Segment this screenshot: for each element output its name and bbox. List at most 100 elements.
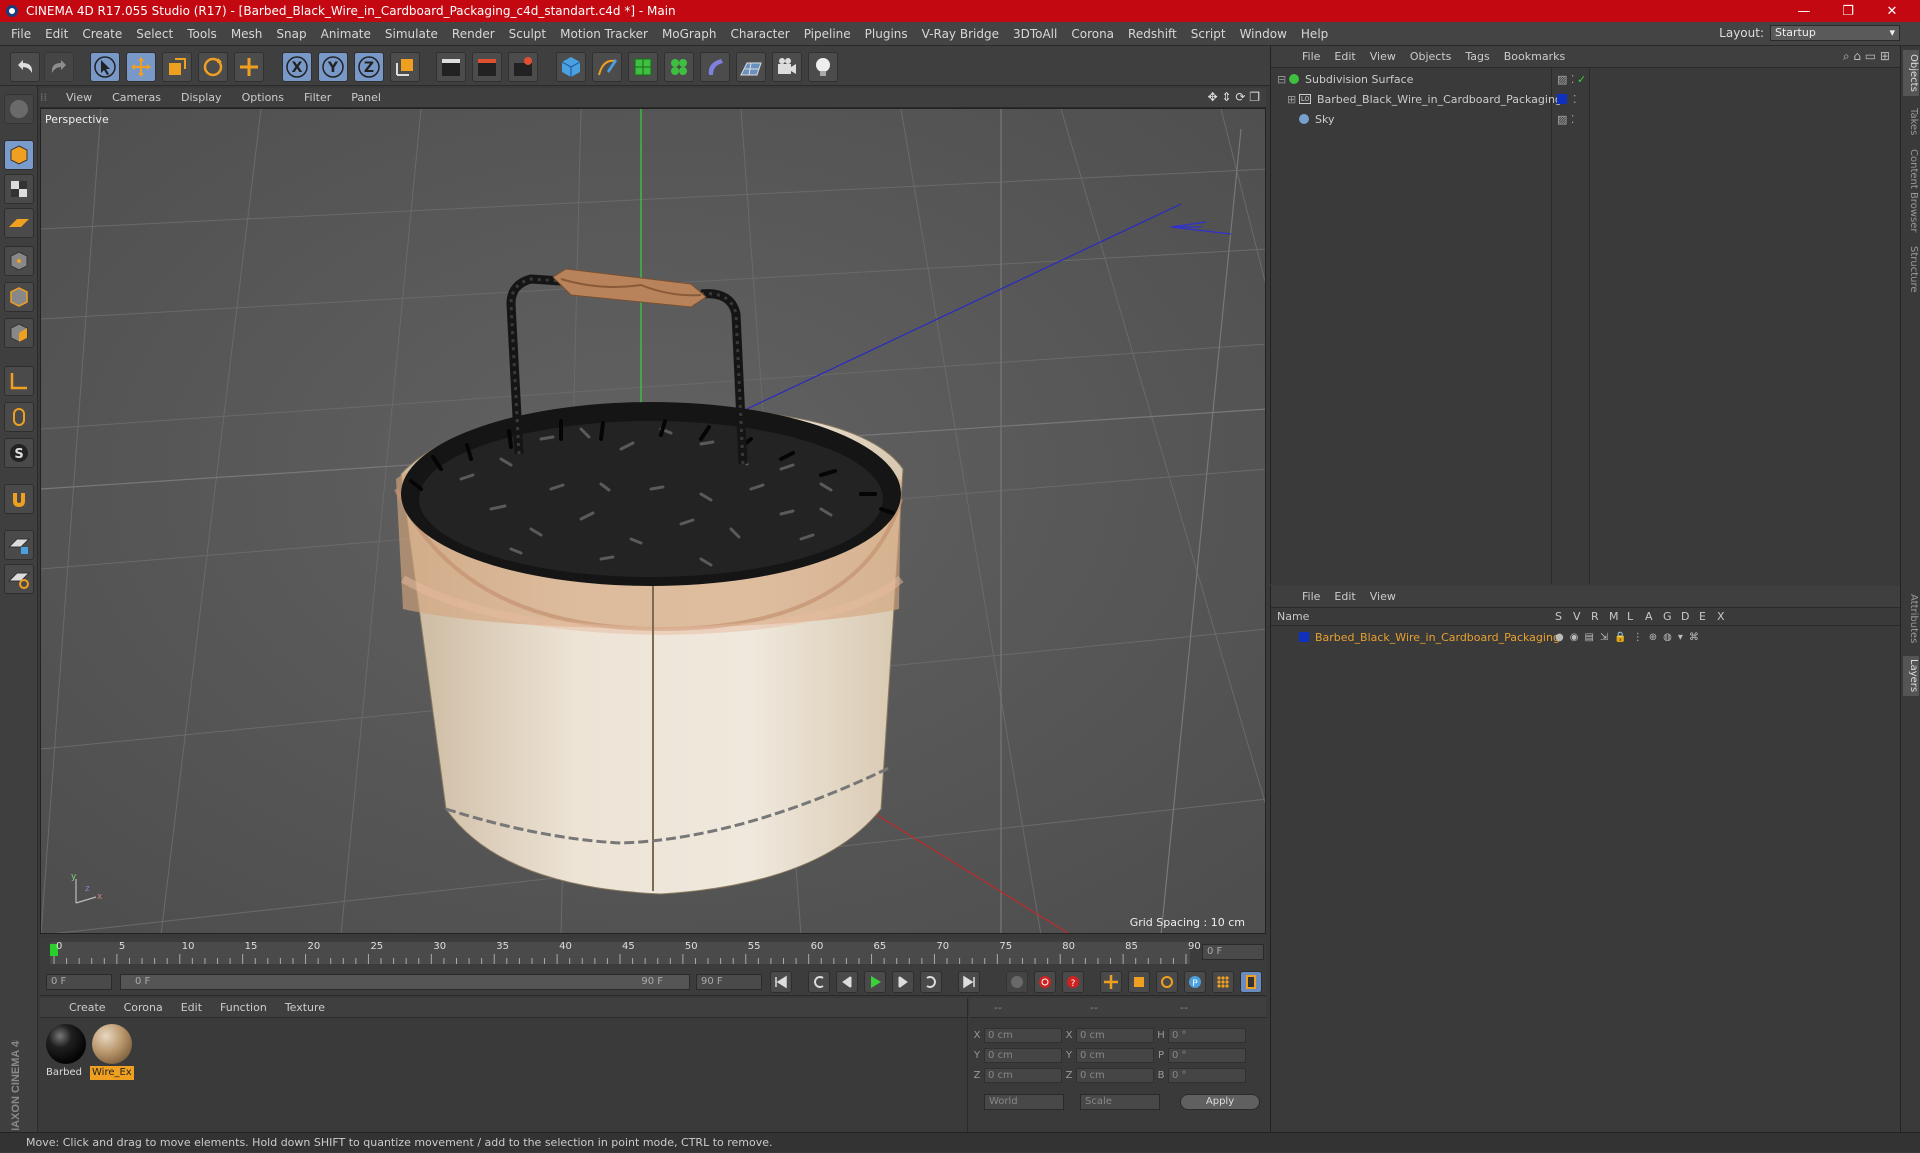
add-floor-button[interactable] (736, 52, 766, 82)
previous-frame-button[interactable] (836, 971, 858, 993)
y-axis-lock-button[interactable]: Y (318, 52, 348, 82)
menu-tools[interactable]: Tools (180, 22, 224, 46)
col-solo[interactable]: S (1555, 610, 1562, 623)
menu-corona[interactable]: Corona (1064, 22, 1121, 46)
key-scale-button[interactable] (1128, 971, 1150, 993)
render-view-button[interactable] (436, 52, 466, 82)
key-pla-button[interactable] (1212, 971, 1234, 993)
object-row-sky[interactable]: Sky ▨ ⁚ (1271, 110, 1901, 128)
move-tool-button[interactable] (126, 52, 156, 82)
viewport-menu-view[interactable]: View (56, 91, 102, 104)
col-xref[interactable]: X (1717, 610, 1725, 623)
menu-sculpt[interactable]: Sculpt (502, 22, 553, 46)
position-y-field[interactable]: 0 cm (984, 1047, 1062, 1063)
tree-collapse-icon[interactable]: ⊟ (1277, 73, 1289, 86)
menu-create[interactable]: Create (75, 22, 129, 46)
rotate-tool-button[interactable] (198, 52, 228, 82)
undo-button[interactable] (10, 52, 40, 82)
size-y-field[interactable]: 0 cm (1076, 1047, 1154, 1063)
menu-file[interactable]: File (4, 22, 38, 46)
layout-dropdown[interactable]: Startup ▾ (1770, 25, 1900, 41)
close-button[interactable]: ✕ (1870, 0, 1914, 22)
col-generators[interactable]: G (1663, 610, 1672, 623)
material-swatch-barbed[interactable]: Barbed (44, 1024, 88, 1080)
menu-mesh[interactable]: Mesh (224, 22, 270, 46)
objects-menu-tags[interactable]: Tags (1458, 50, 1496, 63)
z-axis-lock-button[interactable]: Z (354, 52, 384, 82)
menu-script[interactable]: Script (1184, 22, 1233, 46)
visibility-dots-icon[interactable]: ⁚ (1573, 93, 1577, 106)
start-frame-field[interactable]: 0 F (46, 974, 112, 990)
objects-menu-file[interactable]: File (1295, 50, 1327, 63)
viewport-menu-options[interactable]: Options (232, 91, 294, 104)
object-row-subdivision-surface[interactable]: ⊟ Subdivision Surface ▨ ⁚ ✓ (1271, 70, 1901, 88)
tab-objects[interactable]: Objects (1903, 50, 1919, 96)
material-menu-edit[interactable]: Edit (172, 1001, 211, 1014)
material-menu-function[interactable]: Function (211, 1001, 276, 1014)
add-light-button[interactable] (808, 52, 838, 82)
material-menu-create[interactable]: Create (60, 1001, 115, 1014)
perspective-viewport[interactable]: y xz Perspective Grid Spacing : 10 cm (40, 108, 1266, 934)
layers-menu-edit[interactable]: Edit (1327, 590, 1362, 603)
go-to-end-button[interactable] (958, 971, 980, 993)
scale-tool-button[interactable] (162, 52, 192, 82)
scale-mode-dropdown[interactable]: Scale (1080, 1094, 1160, 1110)
layer-color-swatch[interactable] (1557, 94, 1567, 104)
search-home-icons[interactable]: ⌕ ⌂ ▭ ⊞ (1843, 49, 1890, 64)
tab-content-browser[interactable]: Content Browser (1903, 146, 1919, 236)
rotation-b-field[interactable]: 0 ° (1168, 1067, 1246, 1083)
position-z-field[interactable]: 0 cm (984, 1067, 1062, 1083)
add-deformer-button[interactable] (700, 52, 730, 82)
live-selection-button[interactable] (90, 52, 120, 82)
col-view[interactable]: V (1573, 610, 1581, 623)
tweak-mode-button[interactable] (4, 402, 34, 432)
col-animation[interactable]: A (1645, 610, 1653, 623)
size-z-field[interactable]: 0 cm (1076, 1067, 1154, 1083)
col-expressions[interactable]: E (1699, 610, 1706, 623)
object-row-barbed-wire[interactable]: ⊞ L0 Barbed_Black_Wire_in_Cardboard_Pack… (1271, 90, 1901, 108)
menu-motion-tracker[interactable]: Motion Tracker (553, 22, 655, 46)
position-x-field[interactable]: 0 cm (984, 1027, 1062, 1043)
go-to-start-button[interactable] (770, 971, 792, 993)
coordinate-mode-dropdown[interactable]: World (984, 1094, 1064, 1110)
restore-button[interactable]: ❐ (1826, 0, 1870, 22)
viewport-nav-icons[interactable]: ✥ ⇕ ⟳ ❐ (1208, 90, 1260, 104)
redo-button[interactable] (44, 52, 74, 82)
material-swatch-wire-ex[interactable]: Wire_Ex (90, 1024, 134, 1080)
points-mode-button[interactable] (4, 246, 34, 276)
menu-help[interactable]: Help (1294, 22, 1335, 46)
menu-edit[interactable]: Edit (38, 22, 75, 46)
menu-select[interactable]: Select (129, 22, 180, 46)
timeline-window-button[interactable] (1240, 971, 1262, 993)
viewport-menu-panel[interactable]: Panel (341, 91, 391, 104)
add-mograph-button[interactable] (664, 52, 694, 82)
layer-toggle-icons[interactable]: ●◉▤⇲🔒⋮⊕◍▾⌘ (1555, 632, 1705, 643)
key-parameter-button[interactable]: P (1184, 971, 1206, 993)
objects-menu-view[interactable]: View (1363, 50, 1403, 63)
col-render[interactable]: R (1591, 610, 1599, 623)
menu-simulate[interactable]: Simulate (378, 22, 445, 46)
add-cube-button[interactable] (556, 52, 586, 82)
texture-mode-button[interactable] (4, 174, 34, 204)
col-name[interactable]: Name (1277, 610, 1309, 623)
viewport-menu-filter[interactable]: Filter (294, 91, 341, 104)
tab-takes[interactable]: Takes (1903, 104, 1919, 140)
polygons-mode-button[interactable] (4, 318, 34, 348)
objects-menu-objects[interactable]: Objects (1403, 50, 1459, 63)
menu-character[interactable]: Character (723, 22, 796, 46)
menu-pipeline[interactable]: Pipeline (797, 22, 858, 46)
play-button[interactable] (864, 971, 886, 993)
layers-menu-view[interactable]: View (1363, 590, 1403, 603)
current-frame-field[interactable]: 0 F (1202, 944, 1264, 960)
rotation-p-field[interactable]: 0 ° (1168, 1047, 1246, 1063)
tree-expand-icon[interactable]: ⊞ (1287, 93, 1299, 106)
autokey-button[interactable]: ? (1062, 971, 1084, 993)
recent-tool-button[interactable] (234, 52, 264, 82)
planar-workplane-button[interactable] (4, 564, 34, 594)
tab-structure[interactable]: Structure (1903, 242, 1919, 296)
edges-mode-button[interactable] (4, 282, 34, 312)
layer-color-swatch[interactable] (1299, 632, 1309, 642)
x-axis-lock-button[interactable]: X (282, 52, 312, 82)
col-manager[interactable]: M (1609, 610, 1619, 623)
menu-animate[interactable]: Animate (314, 22, 378, 46)
